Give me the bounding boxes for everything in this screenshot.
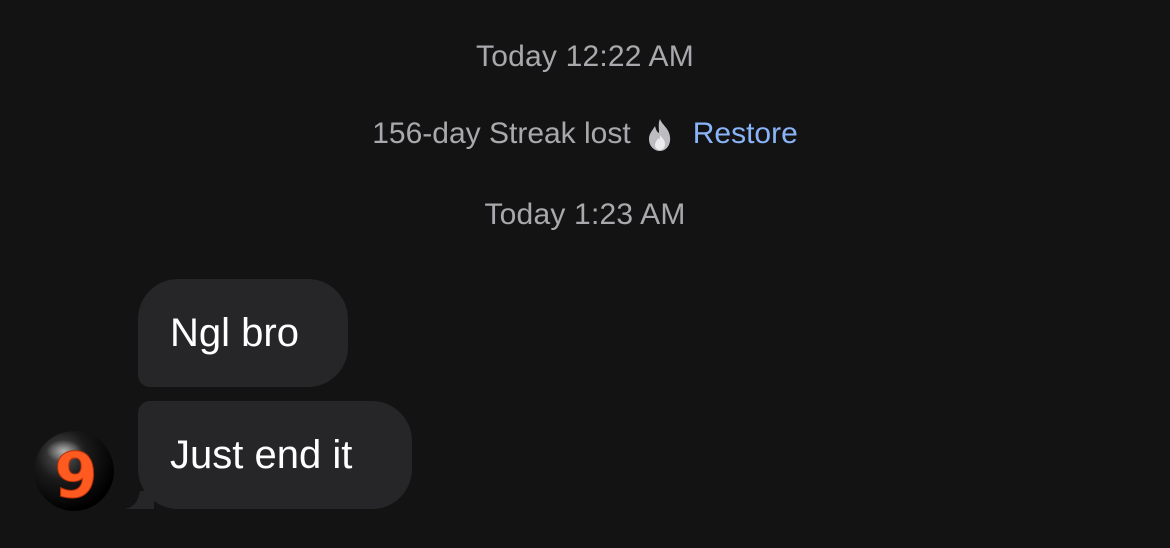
message-text: Just end it [170, 433, 353, 477]
bubble-tail [124, 491, 154, 509]
streak-lost-text: 156-day Streak lost [372, 117, 631, 150]
avatar-glyph: 9 [54, 439, 97, 511]
avatar[interactable]: 9 [34, 431, 114, 511]
fire-icon [645, 118, 675, 152]
timestamp: Today 1:23 AM [484, 198, 686, 231]
restore-streak-link[interactable]: Restore [693, 117, 798, 151]
timestamp: Today 12:22 AM [476, 40, 694, 73]
message-bubble[interactable]: Just end it [138, 401, 412, 509]
streak-lost-notice: 156-day Streak lost Restore [0, 117, 1170, 151]
message-text: Ngl bro [170, 311, 299, 355]
message-bubble[interactable]: Ngl bro [138, 279, 348, 387]
